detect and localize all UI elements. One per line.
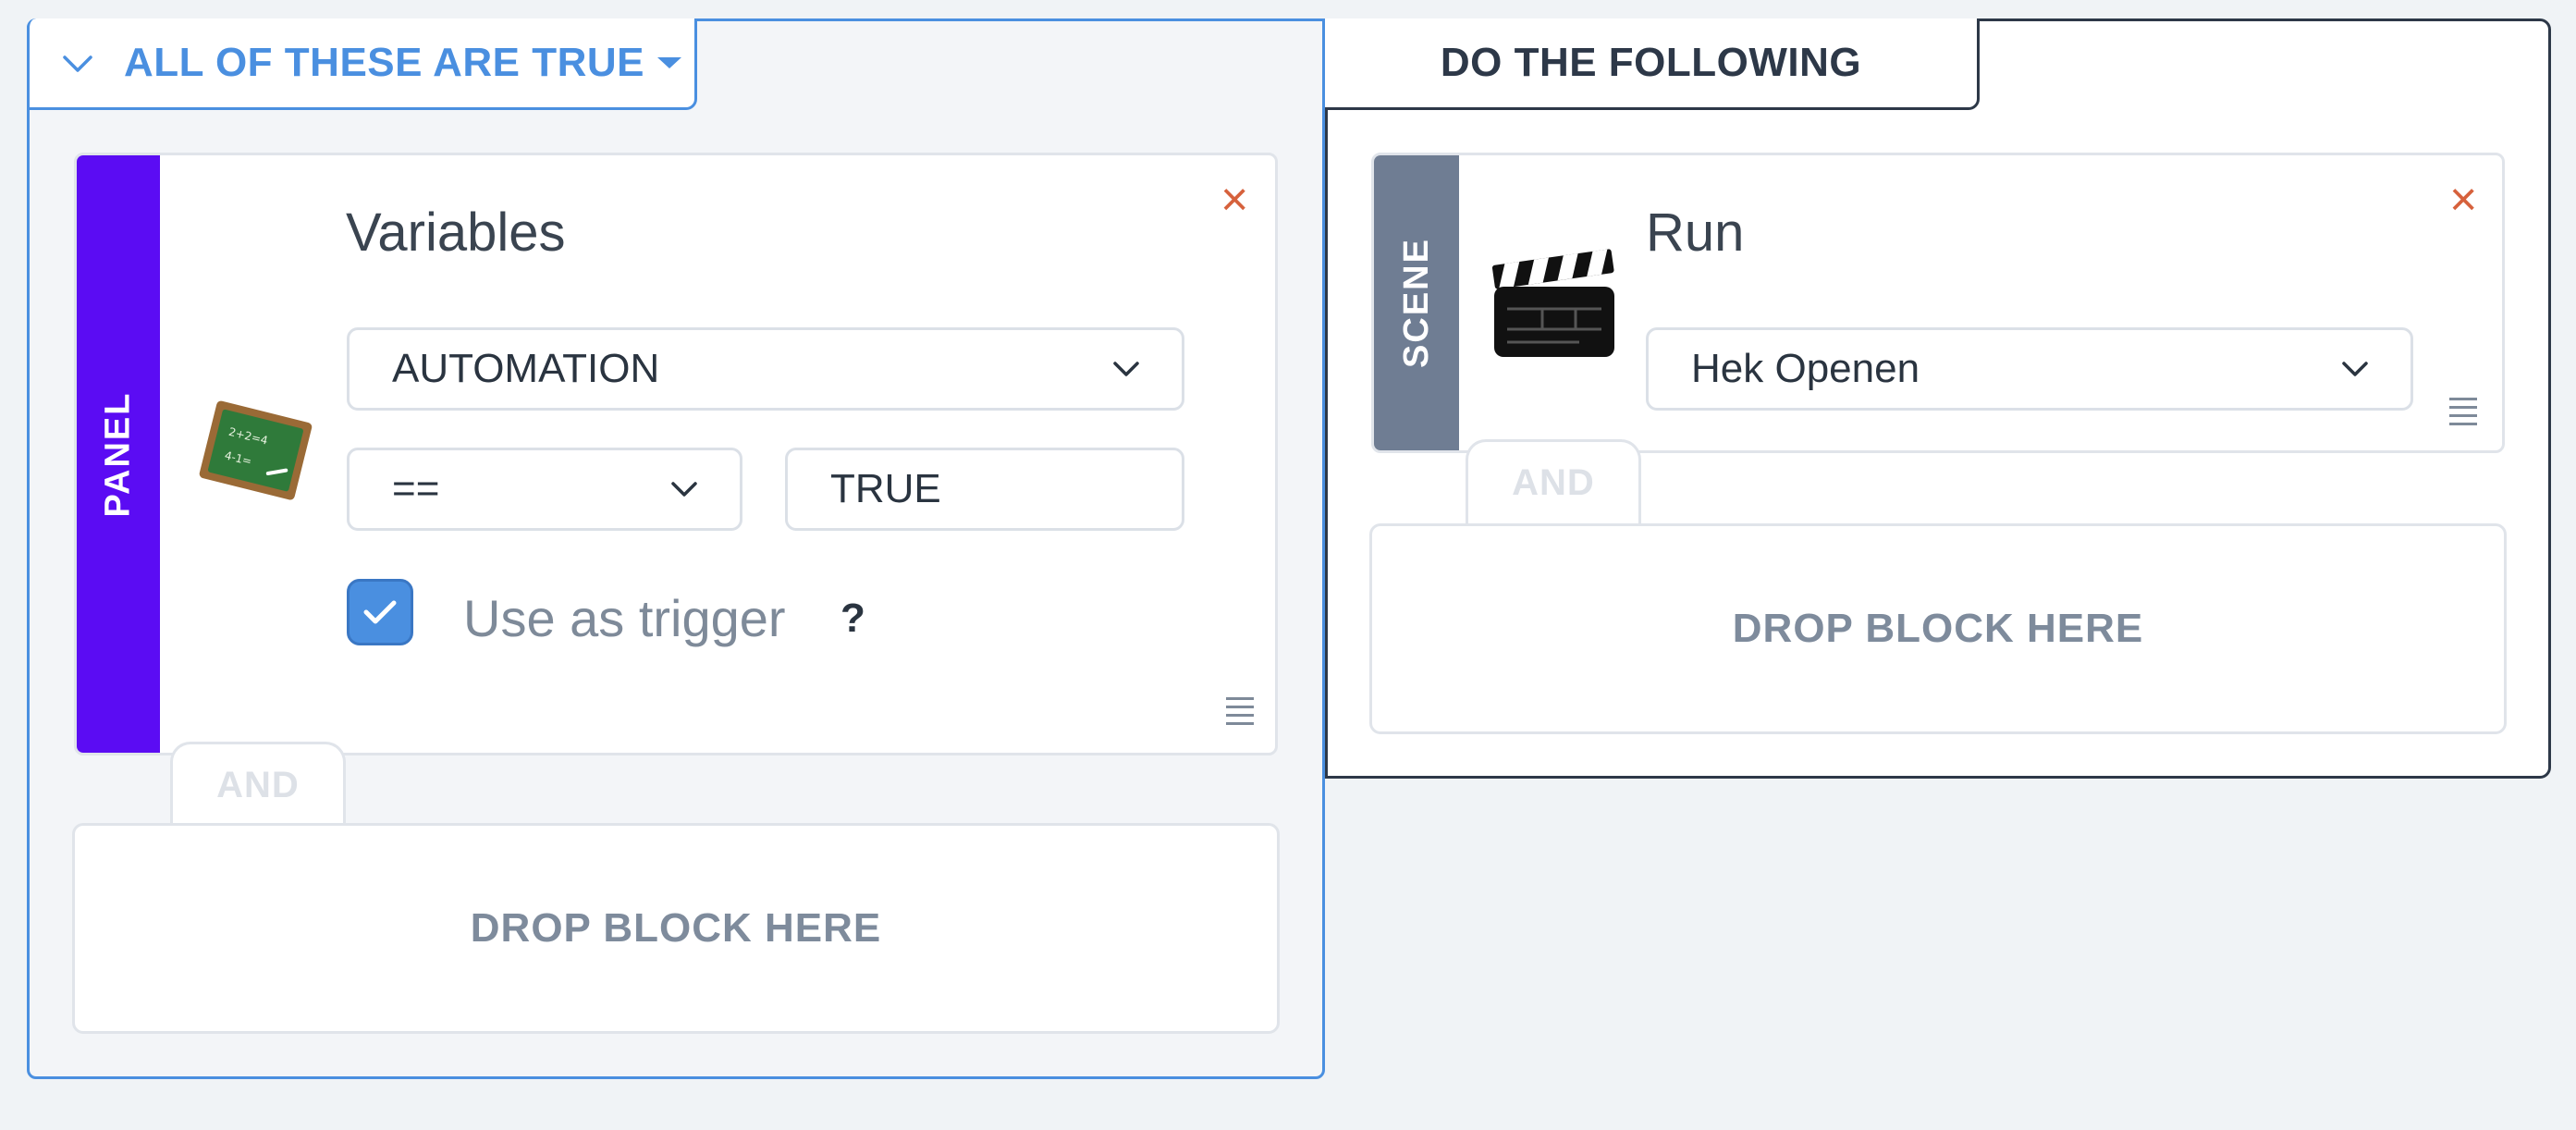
- variable-select-value: AUTOMATION: [392, 346, 660, 391]
- and-connector: AND: [170, 742, 346, 827]
- block-category-stripe: SCENE: [1374, 155, 1459, 450]
- and-connector-label: AND: [216, 765, 300, 805]
- actions-header-label: DO THE FOLLOWING: [1440, 40, 1862, 85]
- conditions-drop-zone[interactable]: DROP BLOCK HERE: [72, 823, 1280, 1034]
- collapse-chevron-icon[interactable]: [59, 44, 96, 81]
- use-as-trigger-checkbox[interactable]: [347, 579, 413, 645]
- chevron-down-icon: [671, 482, 697, 497]
- drop-zone-label: DROP BLOCK HERE: [1732, 606, 2144, 651]
- checkmark-icon: [363, 600, 397, 624]
- drop-zone-label: DROP BLOCK HERE: [470, 905, 882, 951]
- drag-handle-menu-icon[interactable]: [2449, 398, 2477, 425]
- chevron-down-icon: [2342, 362, 2368, 376]
- use-as-trigger-label: Use as trigger: [463, 589, 786, 647]
- caret-down-icon: [656, 57, 681, 68]
- conditions-header-dropdown[interactable]: ALL OF THESE ARE TRUE: [27, 18, 697, 110]
- chalkboard-icon: 2+2=4 4-1=: [199, 400, 313, 500]
- block-category-label: SCENE: [1396, 238, 1436, 368]
- remove-block-close-icon[interactable]: ×: [1221, 176, 1248, 224]
- block-category-stripe: PANEL: [77, 155, 160, 753]
- run-scene-action-block[interactable]: SCENE Run × Hek Openen: [1371, 153, 2505, 453]
- actions-drop-zone[interactable]: DROP BLOCK HERE: [1369, 523, 2507, 734]
- conditions-header-label: ALL OF THESE ARE TRUE: [124, 40, 644, 85]
- scene-select[interactable]: Hek Openen: [1646, 327, 2413, 411]
- actions-header: DO THE FOLLOWING: [1325, 18, 1980, 110]
- drag-handle-menu-icon[interactable]: [1226, 697, 1254, 725]
- clapperboard-icon: [1491, 249, 1614, 357]
- operator-select-value: ==: [392, 466, 440, 511]
- variable-select[interactable]: AUTOMATION: [347, 327, 1184, 411]
- operator-select[interactable]: ==: [347, 448, 742, 531]
- block-category-label: PANEL: [98, 391, 138, 517]
- variables-condition-block[interactable]: PANEL 2+2=4 4-1= Variables × AUTOMATION …: [74, 153, 1278, 755]
- scene-select-value: Hek Openen: [1691, 346, 1920, 391]
- help-question-icon[interactable]: ?: [840, 596, 865, 642]
- and-connector: AND: [1466, 439, 1641, 524]
- remove-block-close-icon[interactable]: ×: [2449, 176, 2477, 224]
- value-input-text: TRUE: [830, 466, 941, 511]
- value-input[interactable]: TRUE: [785, 448, 1184, 531]
- block-title: Variables: [346, 203, 566, 263]
- block-title: Run: [1646, 203, 1745, 263]
- chevron-down-icon: [1113, 362, 1139, 376]
- and-connector-label: AND: [1512, 462, 1595, 503]
